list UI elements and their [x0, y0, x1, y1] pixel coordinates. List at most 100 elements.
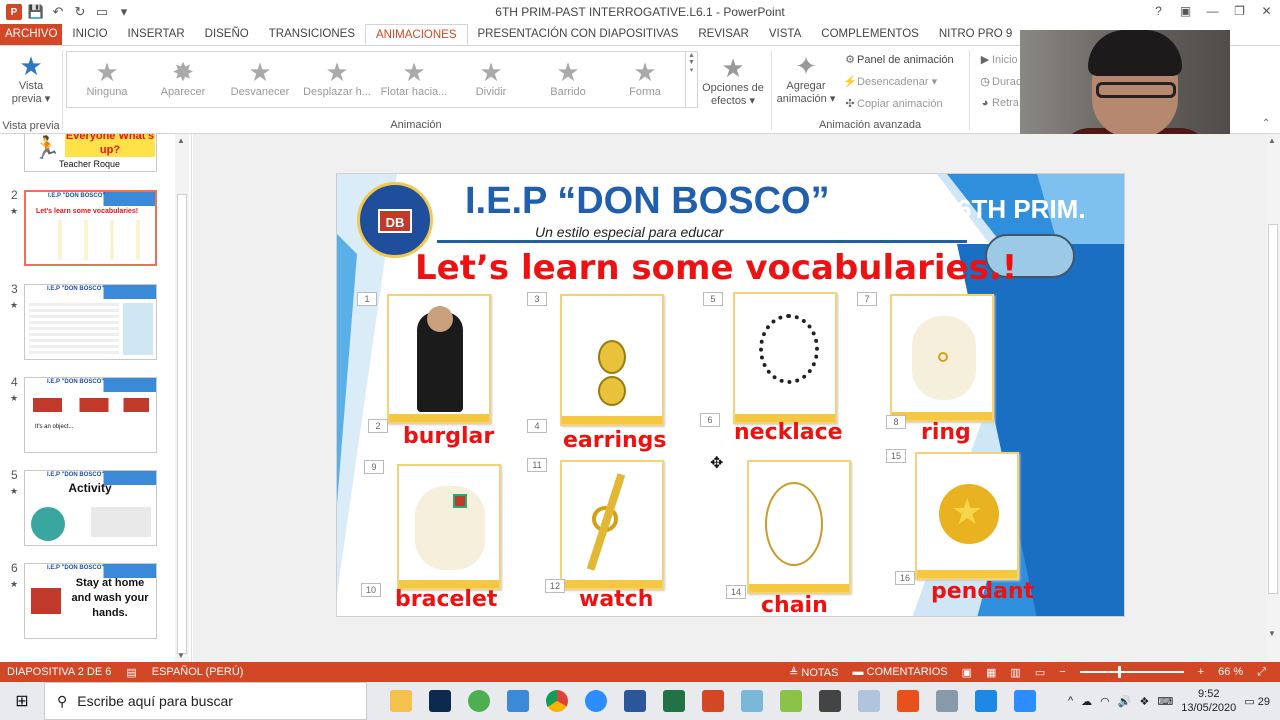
- vocab-card-earrings[interactable]: [560, 294, 664, 426]
- tab-archivo[interactable]: ARCHIVO: [0, 24, 63, 45]
- chrome-icon[interactable]: [537, 682, 576, 720]
- calculator-icon[interactable]: [810, 682, 849, 720]
- minimize-icon[interactable]: —: [1199, 0, 1226, 24]
- tab-diseno[interactable]: DISEÑO: [195, 24, 259, 45]
- slide-thumbnail-1[interactable]: Everyone What's up? Teacher Roque 🏃: [24, 134, 157, 172]
- app-icon[interactable]: [732, 682, 771, 720]
- tab-animaciones[interactable]: ANIMACIONES: [365, 24, 468, 45]
- anim-flotar[interactable]: ★ Flotar hacia...: [376, 58, 452, 98]
- app-icon[interactable]: [966, 682, 1005, 720]
- slide-sorter-icon[interactable]: ▦: [986, 666, 996, 679]
- anim-tag[interactable]: 8: [886, 415, 906, 429]
- taskbar-search-box[interactable]: ⚲ Escribe aquí para buscar: [44, 682, 367, 720]
- tab-transiciones[interactable]: TRANSICIONES: [259, 24, 365, 45]
- anim-tag[interactable]: 16: [895, 571, 915, 585]
- normal-view-icon[interactable]: ▣: [962, 666, 972, 679]
- anim-barrido[interactable]: ★ Barrido: [530, 58, 606, 98]
- anim-tag[interactable]: 5: [703, 292, 723, 306]
- powerpoint-app-icon[interactable]: P: [6, 4, 22, 20]
- tab-nitro[interactable]: NITRO PRO 9: [929, 24, 1022, 45]
- monitor-icon[interactable]: [498, 682, 537, 720]
- anim-ninguna[interactable]: ★ Ninguna: [69, 58, 145, 98]
- keyboard-icon[interactable]: ⌨: [1157, 695, 1173, 708]
- wifi-icon[interactable]: ◠: [1100, 695, 1110, 708]
- excel-icon[interactable]: [654, 682, 693, 720]
- tab-complementos[interactable]: COMPLEMENTOS: [811, 24, 929, 45]
- tab-revisar[interactable]: REVISAR: [688, 24, 759, 45]
- anim-tag[interactable]: 15: [886, 449, 906, 463]
- save-icon[interactable]: 💾: [28, 4, 44, 20]
- tray-chevron-icon[interactable]: ^: [1068, 695, 1073, 707]
- clock[interactable]: 9:52 13/05/2020: [1181, 687, 1236, 715]
- vocab-card-pendant[interactable]: ★: [915, 452, 1019, 580]
- anim-tag[interactable]: 4: [527, 419, 547, 433]
- ribbon-display-icon[interactable]: ▣: [1172, 0, 1199, 24]
- app-icon[interactable]: [849, 682, 888, 720]
- volume-icon[interactable]: 🔊: [1118, 695, 1132, 708]
- anim-tag[interactable]: 2: [368, 419, 388, 433]
- start-from-beginning-icon[interactable]: ▭: [94, 4, 110, 20]
- comments-button[interactable]: ▬ COMENTARIOS: [852, 666, 947, 678]
- help-icon[interactable]: ?: [1145, 0, 1172, 24]
- reading-view-icon[interactable]: ▥: [1010, 666, 1020, 679]
- canvas-scrollbar[interactable]: ▲ ▼: [1266, 134, 1280, 662]
- redo-icon[interactable]: ↻: [72, 4, 88, 20]
- vocab-card-burglar[interactable]: [387, 294, 491, 424]
- add-animation-button[interactable]: ✦ Agregar animación ▾: [774, 52, 838, 105]
- zoom-out-icon[interactable]: −: [1059, 666, 1065, 678]
- tab-vista[interactable]: VISTA: [759, 24, 811, 45]
- vocab-card-chain[interactable]: [747, 460, 851, 594]
- tab-presentacion[interactable]: PRESENTACIÓN CON DIAPOSITIVAS: [468, 24, 689, 45]
- zoom-level[interactable]: 66 %: [1218, 666, 1243, 678]
- anim-tag[interactable]: 12: [545, 579, 565, 593]
- current-slide[interactable]: DB I.E.P “DON BOSCO” Un estilo especial …: [336, 173, 1125, 617]
- word-icon[interactable]: [615, 682, 654, 720]
- app-icon[interactable]: [771, 682, 810, 720]
- collapse-ribbon-icon[interactable]: ⌃: [1262, 118, 1270, 129]
- tab-inicio[interactable]: INICIO: [62, 24, 117, 45]
- animation-pane-button[interactable]: ⚙ Panel de animación: [843, 53, 954, 66]
- fit-slide-icon[interactable]: ⤢: [1257, 666, 1266, 679]
- vocab-card-bracelet[interactable]: [397, 464, 501, 590]
- anim-forma[interactable]: ★ Forma: [607, 58, 683, 98]
- anim-tag[interactable]: 7: [857, 292, 877, 306]
- close-icon[interactable]: ✕: [1253, 0, 1280, 24]
- anim-aparecer[interactable]: ✸ Aparecer: [145, 58, 221, 98]
- anim-tag[interactable]: 14: [726, 585, 746, 599]
- gallery-scroll[interactable]: ▲ ▼ ▾: [685, 52, 697, 107]
- corel-icon[interactable]: [459, 682, 498, 720]
- language-status[interactable]: ESPAÑOL (PERÚ): [152, 666, 244, 678]
- thumbnails-scrollbar[interactable]: ▲ ▼: [175, 134, 189, 662]
- slide-thumbnail-3[interactable]: I.E.P "DON BOSCO": [24, 284, 157, 360]
- anim-tag[interactable]: 1: [357, 292, 377, 306]
- dropbox-icon[interactable]: ❖: [1139, 695, 1149, 708]
- pdf-icon[interactable]: [888, 682, 927, 720]
- anim-dividir[interactable]: ★ Dividir: [453, 58, 529, 98]
- timing-duration[interactable]: ◷ Durac: [978, 75, 1021, 88]
- effect-options-button[interactable]: ★ Opciones de efectos ▾: [700, 54, 766, 107]
- anim-tag[interactable]: 3: [527, 292, 547, 306]
- slide-thumbnail-4[interactable]: I.E.P "DON BOSCO" It's an object...: [24, 377, 157, 453]
- powerpoint-taskbar-icon[interactable]: [693, 682, 732, 720]
- trigger-button[interactable]: ⚡Desencadenar ▾: [843, 75, 937, 88]
- slideshow-icon[interactable]: ▭: [1035, 666, 1045, 679]
- vocab-card-ring[interactable]: [890, 294, 994, 422]
- file-explorer-icon[interactable]: [381, 682, 420, 720]
- anim-desplazar[interactable]: ★ Desplazar h...: [299, 58, 375, 98]
- timing-start[interactable]: ▶ Inicio: [978, 53, 1018, 66]
- slide-thumbnail-2[interactable]: I.E.P "DON BOSCO" Let's learn some vocab…: [24, 190, 157, 266]
- anim-tag[interactable]: 6: [700, 413, 720, 427]
- timing-delay[interactable]: ◕ Retra: [978, 97, 1019, 109]
- customize-qat-icon[interactable]: ▾: [116, 4, 132, 20]
- cloud-icon[interactable]: ☁: [1081, 695, 1092, 708]
- preview-button[interactable]: ★ Vista previa ▾: [6, 52, 56, 105]
- anim-desvanecer[interactable]: ★ Desvanecer: [222, 58, 298, 98]
- notes-button[interactable]: ≜ NOTAS: [789, 666, 838, 679]
- anim-tag[interactable]: 9: [364, 460, 384, 474]
- windows-start-icon[interactable]: ⊞: [0, 682, 44, 720]
- zoom-slider[interactable]: [1079, 666, 1184, 678]
- notifications-icon[interactable]: ▭ 29: [1244, 695, 1270, 708]
- tab-insertar[interactable]: INSERTAR: [118, 24, 195, 45]
- slide-thumbnail-5[interactable]: I.E.P "DON BOSCO" Activity: [24, 470, 157, 546]
- slide-thumbnail-6[interactable]: I.E.P "DON BOSCO" Stay at home and wash …: [24, 563, 157, 639]
